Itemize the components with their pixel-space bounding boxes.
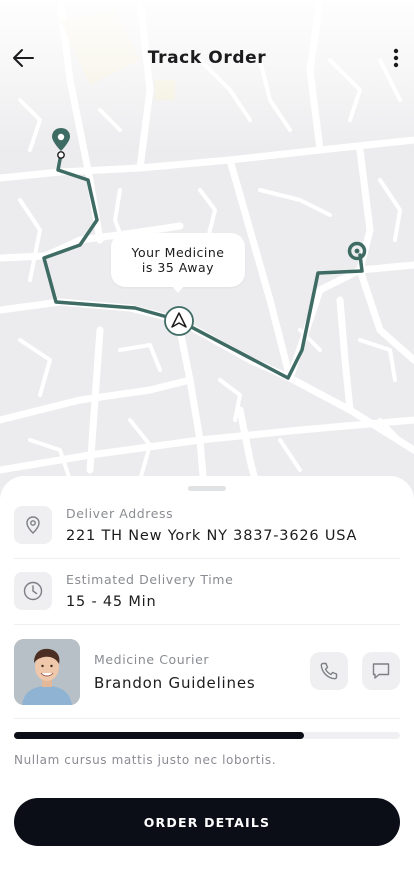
page-title: Track Order xyxy=(147,48,267,68)
courier-label: Medicine Courier xyxy=(94,652,210,667)
courier-name: Brandon Guidelines xyxy=(94,674,256,692)
origin-pin-icon xyxy=(52,128,70,159)
delivery-progress-fill xyxy=(14,732,304,739)
delivery-time-value: 15 - 45 Min xyxy=(66,594,157,610)
more-options-button[interactable] xyxy=(386,44,406,72)
distance-bubble: Your Medicine is 35 Away xyxy=(111,233,245,287)
courier-marker-icon[interactable] xyxy=(164,306,194,336)
address-label: Deliver Address xyxy=(66,506,174,521)
distance-bubble-tail xyxy=(171,285,185,293)
order-details-sheet: Deliver Address 221 TH New York NY 3837-… xyxy=(0,476,414,896)
delivery-progress-bar xyxy=(14,732,400,739)
courier-row: Medicine Courier Brandon Guidelines xyxy=(14,632,400,719)
time-icon-box xyxy=(14,572,52,610)
clock-icon xyxy=(23,581,43,601)
destination-pin-icon xyxy=(347,241,367,261)
delivery-time-row: Estimated Delivery Time 15 - 45 Min xyxy=(14,566,400,625)
chat-courier-button[interactable] xyxy=(362,652,400,690)
progress-note: Nullam cursus mattis justo nec lobortis. xyxy=(14,753,277,767)
delivery-address-row: Deliver Address 221 TH New York NY 3837-… xyxy=(14,500,400,559)
chat-bubble-icon xyxy=(372,663,390,679)
sheet-drag-handle[interactable] xyxy=(188,486,226,491)
courier-avatar xyxy=(14,639,80,705)
phone-icon xyxy=(320,662,338,680)
address-value: 221 TH New York NY 3837-3626 USA xyxy=(66,528,358,544)
address-icon-box xyxy=(14,506,52,544)
call-courier-button[interactable] xyxy=(310,652,348,690)
top-bar: Track Order xyxy=(0,36,414,80)
more-vertical-icon xyxy=(393,48,399,68)
location-pin-icon xyxy=(26,516,40,534)
order-details-button[interactable]: ORDER DETAILS xyxy=(14,798,400,846)
delivery-time-label: Estimated Delivery Time xyxy=(66,572,234,587)
